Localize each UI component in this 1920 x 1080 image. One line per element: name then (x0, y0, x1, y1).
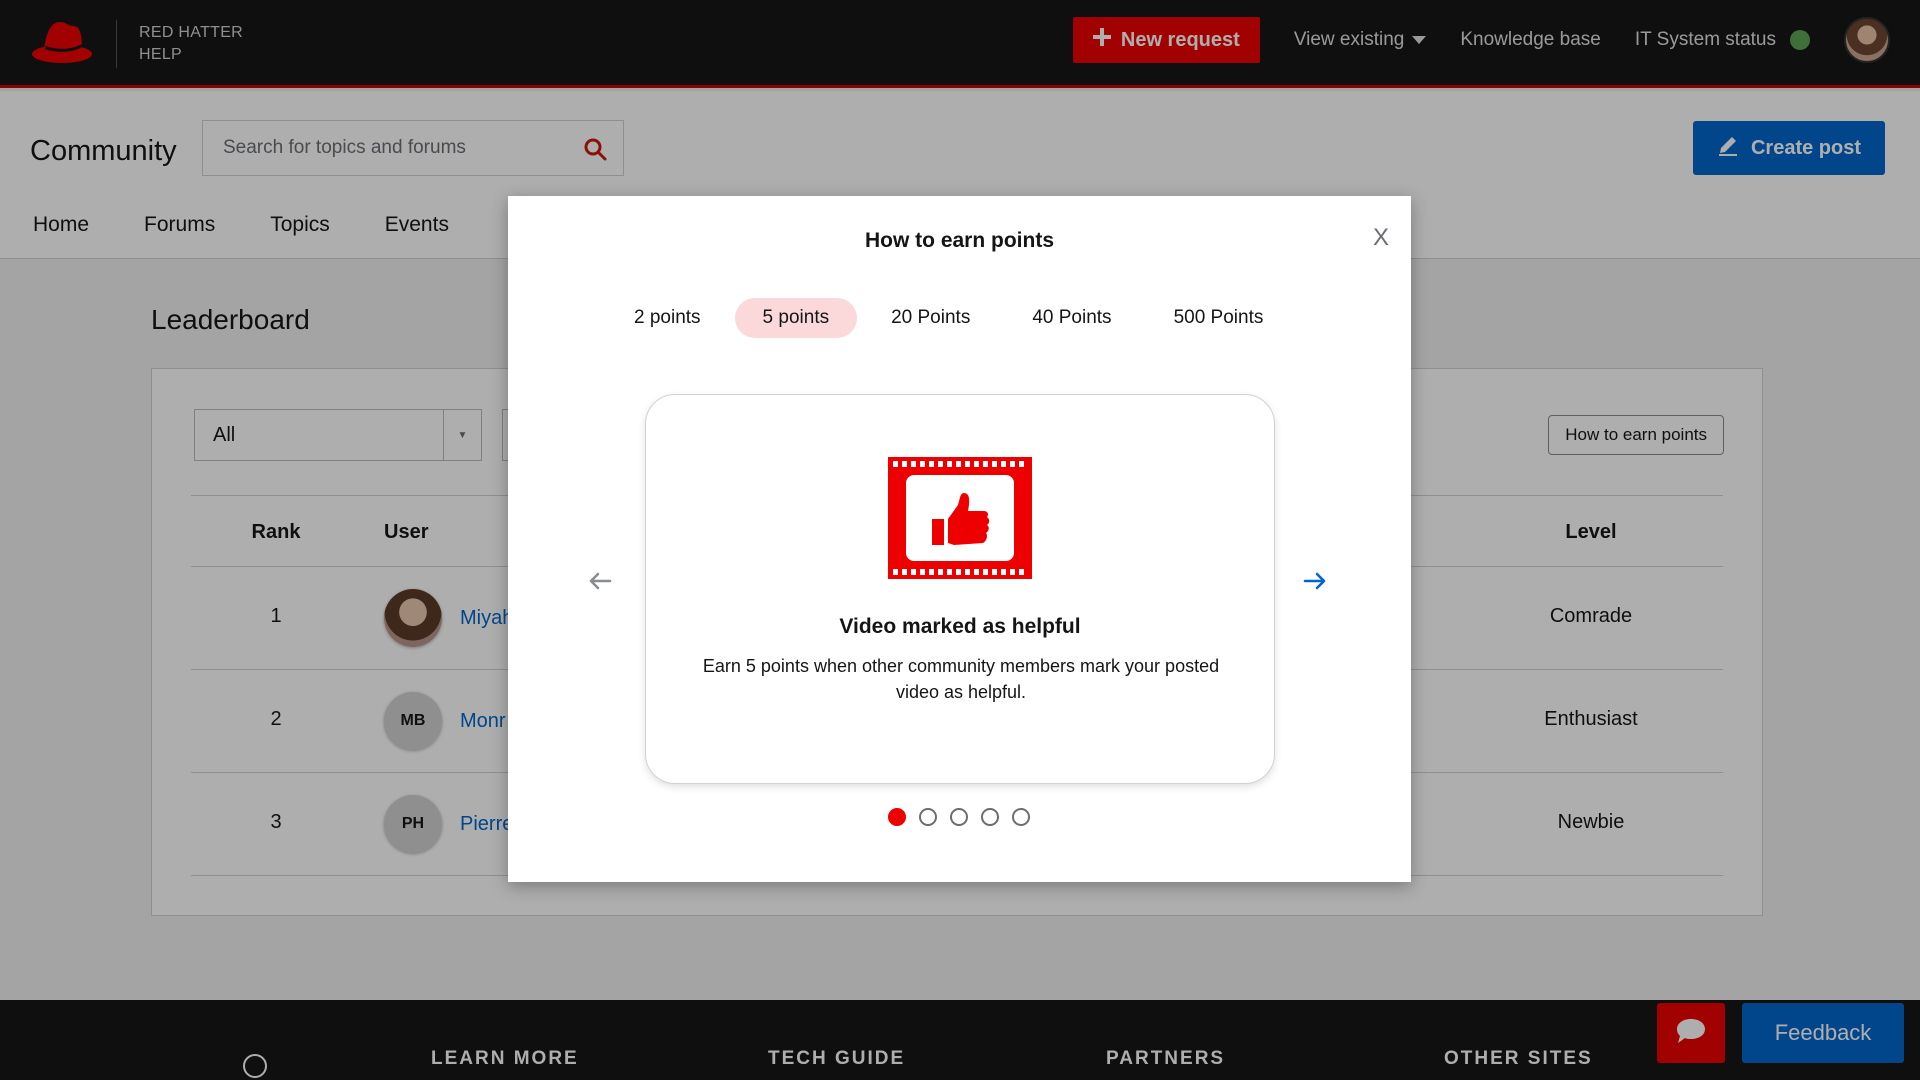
carousel-dot[interactable] (981, 808, 999, 826)
modal-title: How to earn points (865, 229, 1054, 252)
carousel-dot[interactable] (950, 808, 968, 826)
slide-heading: Video marked as helpful (839, 615, 1081, 638)
arrow-left-icon[interactable] (588, 571, 612, 596)
arrow-right-icon[interactable] (1303, 571, 1327, 596)
tab-5-points[interactable]: 5 points (734, 298, 858, 338)
tab-20-points[interactable]: 20 Points (863, 298, 998, 338)
film-thumbs-up-icon (888, 457, 1032, 584)
points-tabs: 2 points 5 points 20 Points 40 Points 50… (606, 298, 1297, 338)
tab-2-points[interactable]: 2 points (606, 298, 729, 338)
close-icon[interactable]: X (1373, 224, 1389, 252)
how-to-earn-points-modal: How to earn points X 2 points 5 points 2… (508, 196, 1411, 882)
carousel-dot[interactable] (1012, 808, 1030, 826)
slide-description: Earn 5 points when other community membe… (702, 656, 1220, 702)
slide-card: Video marked as helpful Earn 5 points wh… (645, 394, 1275, 784)
carousel-dots (888, 808, 1030, 826)
carousel-dot[interactable] (919, 808, 937, 826)
tab-40-points[interactable]: 40 Points (1004, 298, 1139, 338)
carousel-dot[interactable] (888, 808, 906, 826)
tab-500-points[interactable]: 500 Points (1146, 298, 1292, 338)
